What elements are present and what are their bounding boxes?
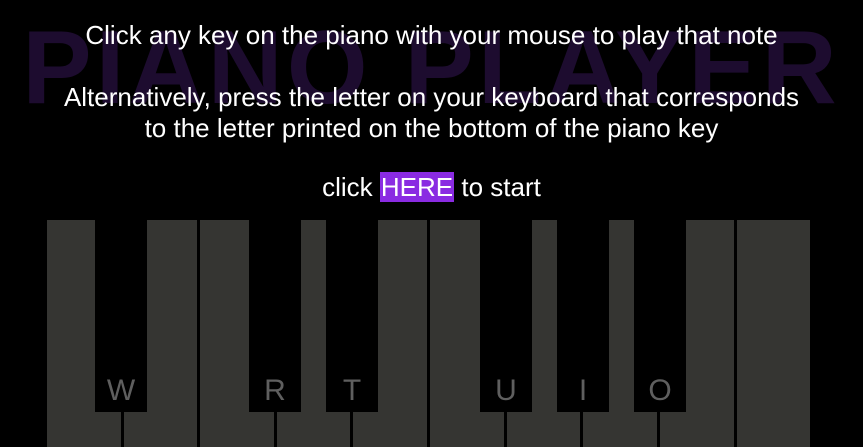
black-key-w[interactable]: W bbox=[95, 220, 147, 412]
black-key[interactable]: R bbox=[249, 220, 301, 412]
white-key[interactable] bbox=[737, 220, 810, 447]
start-prefix: click bbox=[322, 172, 380, 202]
start-suffix: to start bbox=[454, 172, 541, 202]
instruction-keyboard-cont: to the letter printed on the bottom of t… bbox=[144, 113, 719, 143]
instruction-mouse: Click any key on the piano with your mou… bbox=[85, 20, 778, 50]
start-prompt: click HERE to start bbox=[0, 171, 863, 203]
key-letter: T bbox=[342, 374, 362, 407]
key-letter: I bbox=[578, 374, 588, 407]
piano-keyboard: W R T U I O bbox=[0, 0, 863, 447]
start-here-link[interactable]: HERE bbox=[379, 172, 455, 202]
key-letter: U bbox=[495, 374, 517, 407]
black-key[interactable]: T bbox=[326, 220, 378, 412]
black-key[interactable]: U bbox=[480, 220, 532, 412]
black-key[interactable]: O bbox=[634, 220, 686, 412]
instruction-keyboard: Alternatively, press the letter on your … bbox=[63, 82, 800, 112]
black-key[interactable]: I bbox=[557, 220, 609, 412]
key-letter: R bbox=[264, 374, 286, 407]
key-letter: O bbox=[648, 374, 672, 407]
key-letter: W bbox=[106, 374, 136, 407]
